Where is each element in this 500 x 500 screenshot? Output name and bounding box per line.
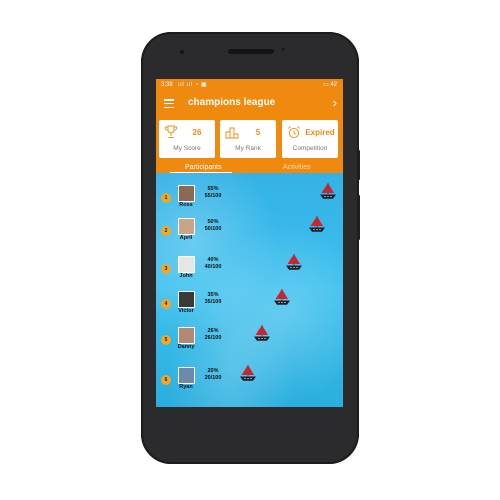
hamburger-menu-icon[interactable] — [164, 99, 174, 109]
participant-row[interactable]: 5 Danny 26% 26/100 — [156, 325, 343, 364]
status-battery: ▭ 42 — [322, 82, 337, 88]
earpiece-speaker — [228, 49, 274, 54]
status-time: 3:38 — [161, 82, 173, 88]
chevron-right-icon[interactable]: › — [333, 95, 337, 110]
participant-percent: 35% — [207, 292, 219, 298]
avatar — [178, 327, 195, 344]
participant-percent: 50% — [207, 219, 219, 225]
participant-name: Victor — [178, 308, 194, 314]
status-signal-icons: ııl ııl ◔ ▣ — [178, 82, 208, 88]
avatar — [178, 291, 195, 308]
my-rank-card[interactable]: 5 My Rank — [220, 120, 276, 158]
competition-label: Competition — [292, 145, 328, 152]
sailboat-icon — [240, 365, 256, 381]
competition-card[interactable]: Expired Competition — [282, 120, 338, 158]
podium-icon — [225, 127, 239, 139]
tab-activities[interactable]: Activities — [283, 164, 311, 171]
avatar — [178, 218, 195, 235]
proximity-sensor — [282, 48, 285, 51]
sailboat-icon — [285, 254, 302, 270]
participant-row[interactable]: 2 April 50% 50/100 — [156, 216, 343, 255]
volume-button — [357, 195, 360, 240]
page-title: champions league — [188, 97, 276, 108]
participant-name: April — [179, 235, 193, 241]
sailboat-icon — [253, 325, 270, 341]
sailboat-icon — [320, 183, 336, 199]
avatar — [178, 256, 195, 273]
participant-score: 26/100 — [204, 335, 222, 341]
alarm-clock-icon — [288, 126, 300, 139]
participant-score: 20/100 — [204, 375, 222, 381]
participant-row[interactable]: 6 Ryan 20% 20/100 — [156, 365, 343, 404]
participant-percent: 55% — [207, 186, 219, 192]
app-screen: 3:38 ııl ııl ◔ ▣ ▭ 42 champions league ›… — [156, 79, 343, 407]
participant-name: Ryan — [179, 384, 193, 390]
my-score-card[interactable]: 26 My Score — [159, 120, 215, 158]
tab-bar: Participants Activities — [156, 163, 343, 173]
power-button — [357, 150, 360, 180]
participant-name: Danny — [177, 344, 195, 350]
participant-row[interactable]: 4 Victor 35% 35/100 — [156, 289, 343, 328]
participant-score: 35/100 — [204, 299, 222, 305]
avatar — [178, 367, 195, 384]
sailboat-icon — [274, 289, 291, 305]
participant-score: 50/100 — [204, 226, 222, 232]
my-score-label: My Score — [173, 145, 201, 152]
my-score-value: 26 — [192, 128, 202, 137]
competition-status: Expired — [305, 128, 335, 137]
trophy-icon — [164, 125, 178, 138]
front-camera — [180, 50, 184, 54]
my-rank-label: My Rank — [235, 145, 261, 152]
app-bar: champions league › — [156, 91, 343, 117]
status-bar: 3:38 ııl ııl ◔ ▣ ▭ 42 — [156, 79, 343, 91]
participant-name: Ross — [179, 202, 193, 208]
participant-name: John — [179, 273, 193, 279]
participant-row[interactable]: 3 John 40% 40/100 — [156, 254, 343, 293]
participant-score: 55/100 — [204, 193, 222, 199]
my-rank-value: 5 — [255, 128, 261, 137]
participant-percent: 20% — [207, 368, 219, 374]
participant-percent: 40% — [207, 257, 219, 263]
participant-percent: 26% — [207, 328, 219, 334]
participant-score: 40/100 — [204, 264, 222, 270]
sailboat-icon — [308, 216, 325, 232]
avatar — [178, 185, 195, 202]
tab-participants[interactable]: Participants — [185, 164, 222, 171]
